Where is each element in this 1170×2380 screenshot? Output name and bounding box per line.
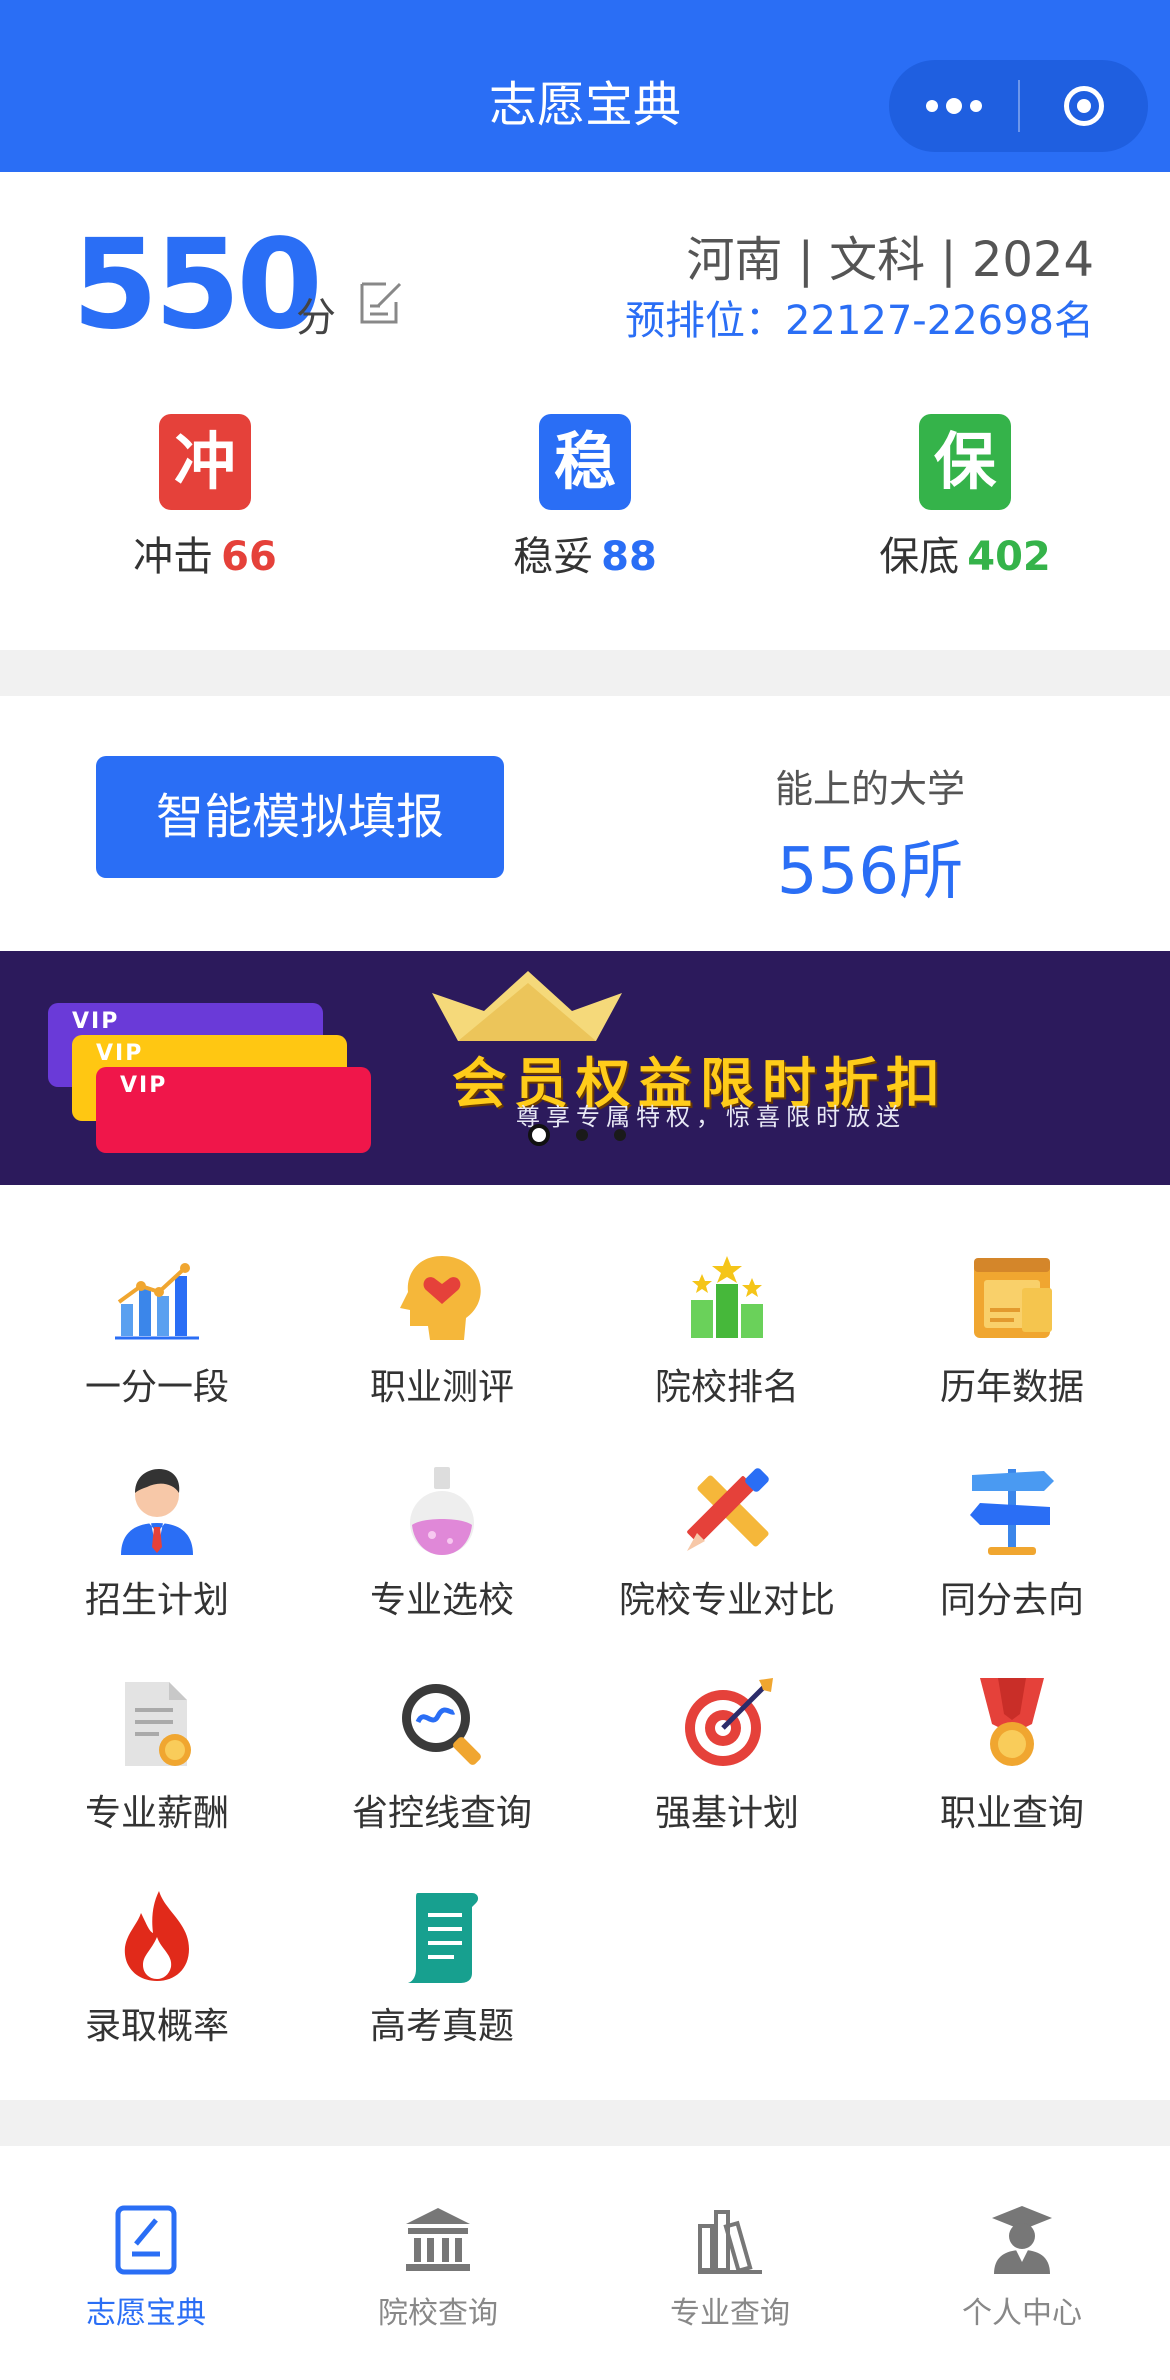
grid-item-strong-base-plan[interactable]: 强基计划: [582, 1674, 872, 1844]
carousel-dots[interactable]: [528, 1124, 652, 1146]
scroll-icon: [408, 1893, 479, 1983]
grid-item-enrollment-plan[interactable]: 招生计划: [12, 1461, 302, 1631]
score-unit: 分: [296, 295, 336, 341]
category-wen[interactable]: 稳 稳妥 88: [435, 414, 735, 582]
flask-icon: [410, 1467, 474, 1555]
medal-icon: [980, 1678, 1044, 1766]
tab-label: 个人中心: [962, 2296, 1082, 2331]
edit-icon[interactable]: [356, 276, 408, 328]
bao-badge-icon: 保: [919, 414, 1011, 510]
document-coin-icon: [125, 1682, 191, 1766]
head-heart-icon: [400, 1256, 481, 1340]
wen-badge-icon: 稳: [539, 414, 631, 510]
grid-label: 高考真题: [369, 2006, 514, 2047]
vip-card-red: VIP: [96, 1067, 371, 1153]
category-label: 稳妥 88: [513, 534, 657, 580]
mini-program-capsule: [889, 60, 1148, 152]
category-bao[interactable]: 保 保底 402: [815, 414, 1115, 582]
crown-icon: [432, 971, 622, 1041]
grid-item-career-query[interactable]: 职业查询: [867, 1674, 1157, 1844]
grid-item-career-test[interactable]: 职业测评: [297, 1248, 587, 1418]
reachable-universities-count[interactable]: 556所: [700, 820, 1040, 912]
grid-label: 录取概率: [84, 2006, 229, 2047]
section-divider: [0, 2100, 1170, 2146]
grid-label: 院校专业对比: [618, 1580, 835, 1621]
category-label: 保底 402: [879, 534, 1051, 580]
score-value: 550: [72, 213, 323, 357]
grid-label: 招生计划: [84, 1580, 229, 1621]
grid-label: 同分去向: [939, 1580, 1084, 1621]
grid-label: 职业查询: [939, 1793, 1084, 1834]
institution-icon: [406, 2208, 470, 2271]
grid-label: 省控线查询: [351, 1793, 532, 1834]
flame-icon: [124, 1891, 189, 1981]
notebook-icon: [115, 2205, 177, 2275]
tab-school-query[interactable]: 院校查询: [292, 2204, 584, 2332]
grid-item-major-school-select[interactable]: 专业选校: [297, 1461, 587, 1631]
signpost-icon: [970, 1469, 1054, 1555]
grid-item-school-major-compare[interactable]: 院校专业对比: [582, 1461, 872, 1631]
tab-label: 院校查询: [378, 2296, 498, 2331]
grid-item-historical-data[interactable]: 历年数据: [867, 1248, 1157, 1418]
smart-simulate-button[interactable]: 智能模拟填报: [96, 756, 504, 878]
reachable-universities-label: 能上的大学: [774, 767, 965, 811]
tab-personal-center[interactable]: 个人中心: [876, 2204, 1168, 2332]
grid-label: 历年数据: [939, 1367, 1084, 1408]
category-chong[interactable]: 冲 冲击 66: [55, 414, 355, 582]
more-icon[interactable]: [889, 60, 1018, 152]
grid-label: 院校排名: [654, 1367, 799, 1408]
predicted-rank: 预排位：22127-22698名: [625, 298, 1094, 344]
section-divider: [0, 650, 1170, 696]
grid-item-admission-probability[interactable]: 录取概率: [12, 1887, 302, 2057]
tab-label: 志愿宝典: [86, 2296, 206, 2331]
grid-label: 强基计划: [654, 1793, 799, 1834]
chong-badge-icon: 冲: [159, 414, 251, 510]
category-label: 冲击 66: [133, 534, 277, 580]
books-icon: [698, 2210, 762, 2274]
grid-item-same-score-destination[interactable]: 同分去向: [867, 1461, 1157, 1631]
magnifier-icon: [402, 1684, 481, 1765]
pencil-ruler-icon: [687, 1468, 769, 1551]
podium-stars-icon: [691, 1256, 763, 1338]
tab-label: 专业查询: [670, 2296, 790, 2331]
grid-label: 职业测评: [369, 1367, 514, 1408]
grid-item-yifenyiduan[interactable]: 一分一段: [12, 1248, 302, 1418]
bar-chart-icon: [115, 1263, 199, 1340]
grid-item-province-line-query[interactable]: 省控线查询: [297, 1674, 587, 1844]
person-tie-icon: [121, 1469, 193, 1555]
target-icon: [685, 1678, 773, 1766]
grid-label: 专业选校: [369, 1580, 514, 1621]
grid-item-major-salary[interactable]: 专业薪酬: [12, 1674, 302, 1844]
promo-banner[interactable]: VIP VIP VIP 会员权益限时折扣 尊享专属特权，惊喜限时放送: [0, 951, 1170, 1185]
region-subject-year[interactable]: 河南 | 文科 | 2024: [686, 220, 1094, 290]
tab-volunteer-guide[interactable]: 志愿宝典: [0, 2204, 292, 2332]
tab-major-query[interactable]: 专业查询: [584, 2204, 876, 2332]
bottom-tab-bar: 志愿宝典 院校查询 专业查询 个人中心: [0, 2146, 1170, 2380]
graduate-icon: [992, 2206, 1052, 2274]
grid-label: 一分一段: [84, 1367, 229, 1408]
calendar-icon: [974, 1258, 1052, 1338]
close-target-icon[interactable]: [1020, 60, 1148, 152]
grid-item-exam-papers[interactable]: 高考真题: [297, 1887, 587, 2057]
grid-label: 专业薪酬: [84, 1793, 229, 1834]
grid-item-school-ranking[interactable]: 院校排名: [582, 1248, 872, 1418]
